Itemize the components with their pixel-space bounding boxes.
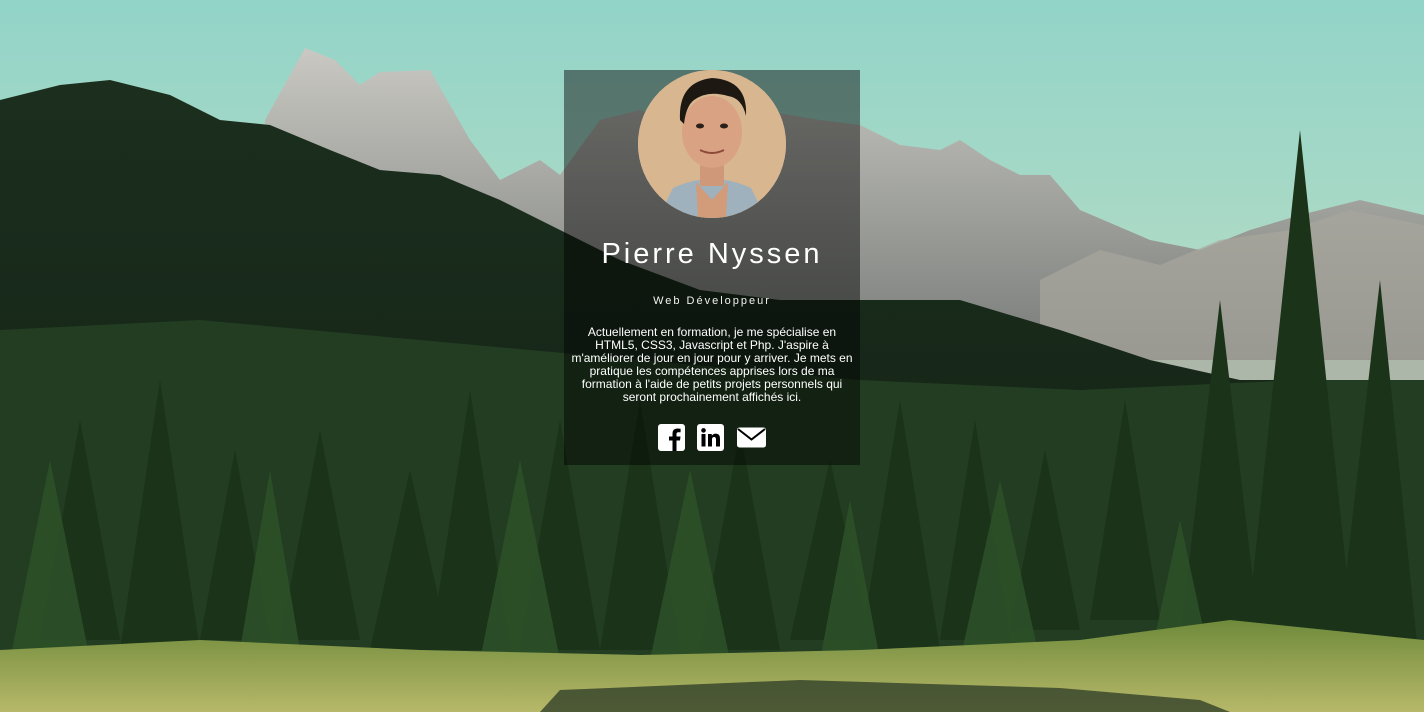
avatar (638, 70, 786, 218)
facebook-link[interactable] (657, 424, 685, 454)
social-links (564, 424, 860, 454)
linkedin-icon (696, 424, 724, 451)
profile-card: Pierre Nyssen Web Développeur Actuelleme… (564, 70, 860, 465)
avatar-portrait-icon (638, 70, 786, 218)
mail-link[interactable] (736, 424, 767, 454)
profile-name: Pierre Nyssen (601, 238, 823, 270)
facebook-icon (657, 424, 685, 451)
linkedin-link[interactable] (696, 424, 724, 454)
profile-role: Web Développeur (653, 295, 771, 307)
profile-bio: Actuellement en formation, je me spécial… (571, 325, 853, 404)
page: Pierre Nyssen Web Développeur Actuelleme… (0, 0, 1424, 712)
mail-icon (736, 427, 766, 448)
